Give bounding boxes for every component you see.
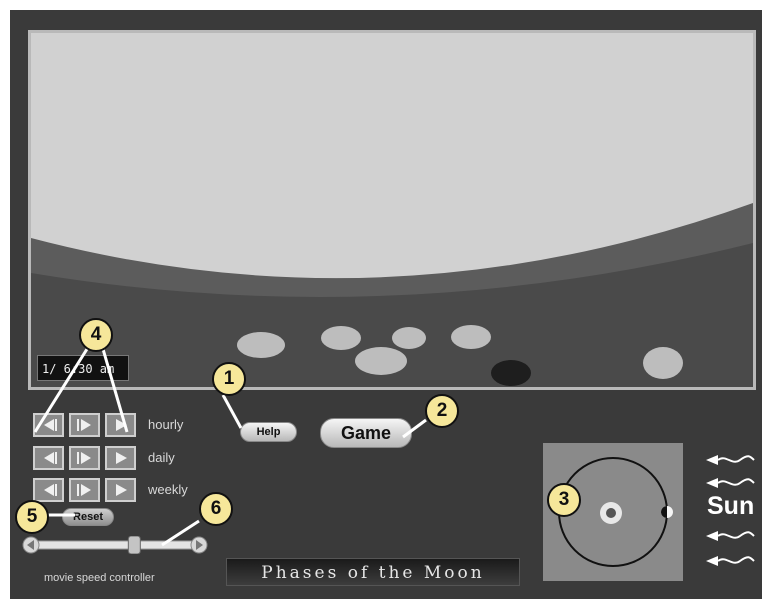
- callout-4: 4: [79, 318, 113, 352]
- slider-thumb: [127, 536, 141, 554]
- slider-left-arrow-icon: [22, 536, 40, 554]
- speed-controller-label: movie speed controller: [44, 572, 155, 584]
- moon-icon: [661, 506, 673, 518]
- landscape-scene: [31, 33, 753, 387]
- callout-1: 1: [212, 362, 246, 396]
- daily-step-back-button[interactable]: [33, 446, 64, 470]
- weekly-step-forward-button[interactable]: [105, 478, 136, 502]
- weekly-label: weekly: [148, 482, 188, 497]
- daily-play-button[interactable]: [69, 446, 100, 470]
- hourly-play-button[interactable]: [69, 413, 100, 437]
- callout-2: 2: [425, 394, 459, 428]
- callout-6: 6: [199, 492, 233, 526]
- daily-label: daily: [148, 450, 175, 465]
- sunlight-arrow-icon: [706, 556, 755, 566]
- horizon-view: 1/ 6:30 am: [28, 30, 756, 390]
- sun-label: Sun: [707, 492, 755, 520]
- time-readout: 1/ 6:30 am: [37, 355, 129, 381]
- movie-speed-slider[interactable]: [22, 536, 208, 554]
- reset-button[interactable]: Reset: [62, 508, 114, 526]
- sunlight-arrow-icon: [706, 531, 755, 541]
- hourly-step-forward-button[interactable]: [105, 413, 136, 437]
- callout-3: 3: [547, 483, 581, 517]
- weekly-play-button[interactable]: [69, 478, 100, 502]
- weekly-step-back-button[interactable]: [33, 478, 64, 502]
- callout-5: 5: [15, 500, 49, 534]
- hourly-step-back-button[interactable]: [33, 413, 64, 437]
- daily-step-forward-button[interactable]: [105, 446, 136, 470]
- sunlight-arrow-icon: [706, 455, 755, 465]
- game-button[interactable]: Game: [320, 418, 412, 448]
- help-button[interactable]: Help: [240, 422, 297, 442]
- slider-right-arrow-icon: [190, 536, 208, 554]
- hourly-label: hourly: [148, 417, 184, 432]
- earth-icon: [600, 502, 622, 524]
- app-title: Phases of the Moon: [226, 558, 520, 586]
- sunlight-arrow-icon: [706, 478, 755, 488]
